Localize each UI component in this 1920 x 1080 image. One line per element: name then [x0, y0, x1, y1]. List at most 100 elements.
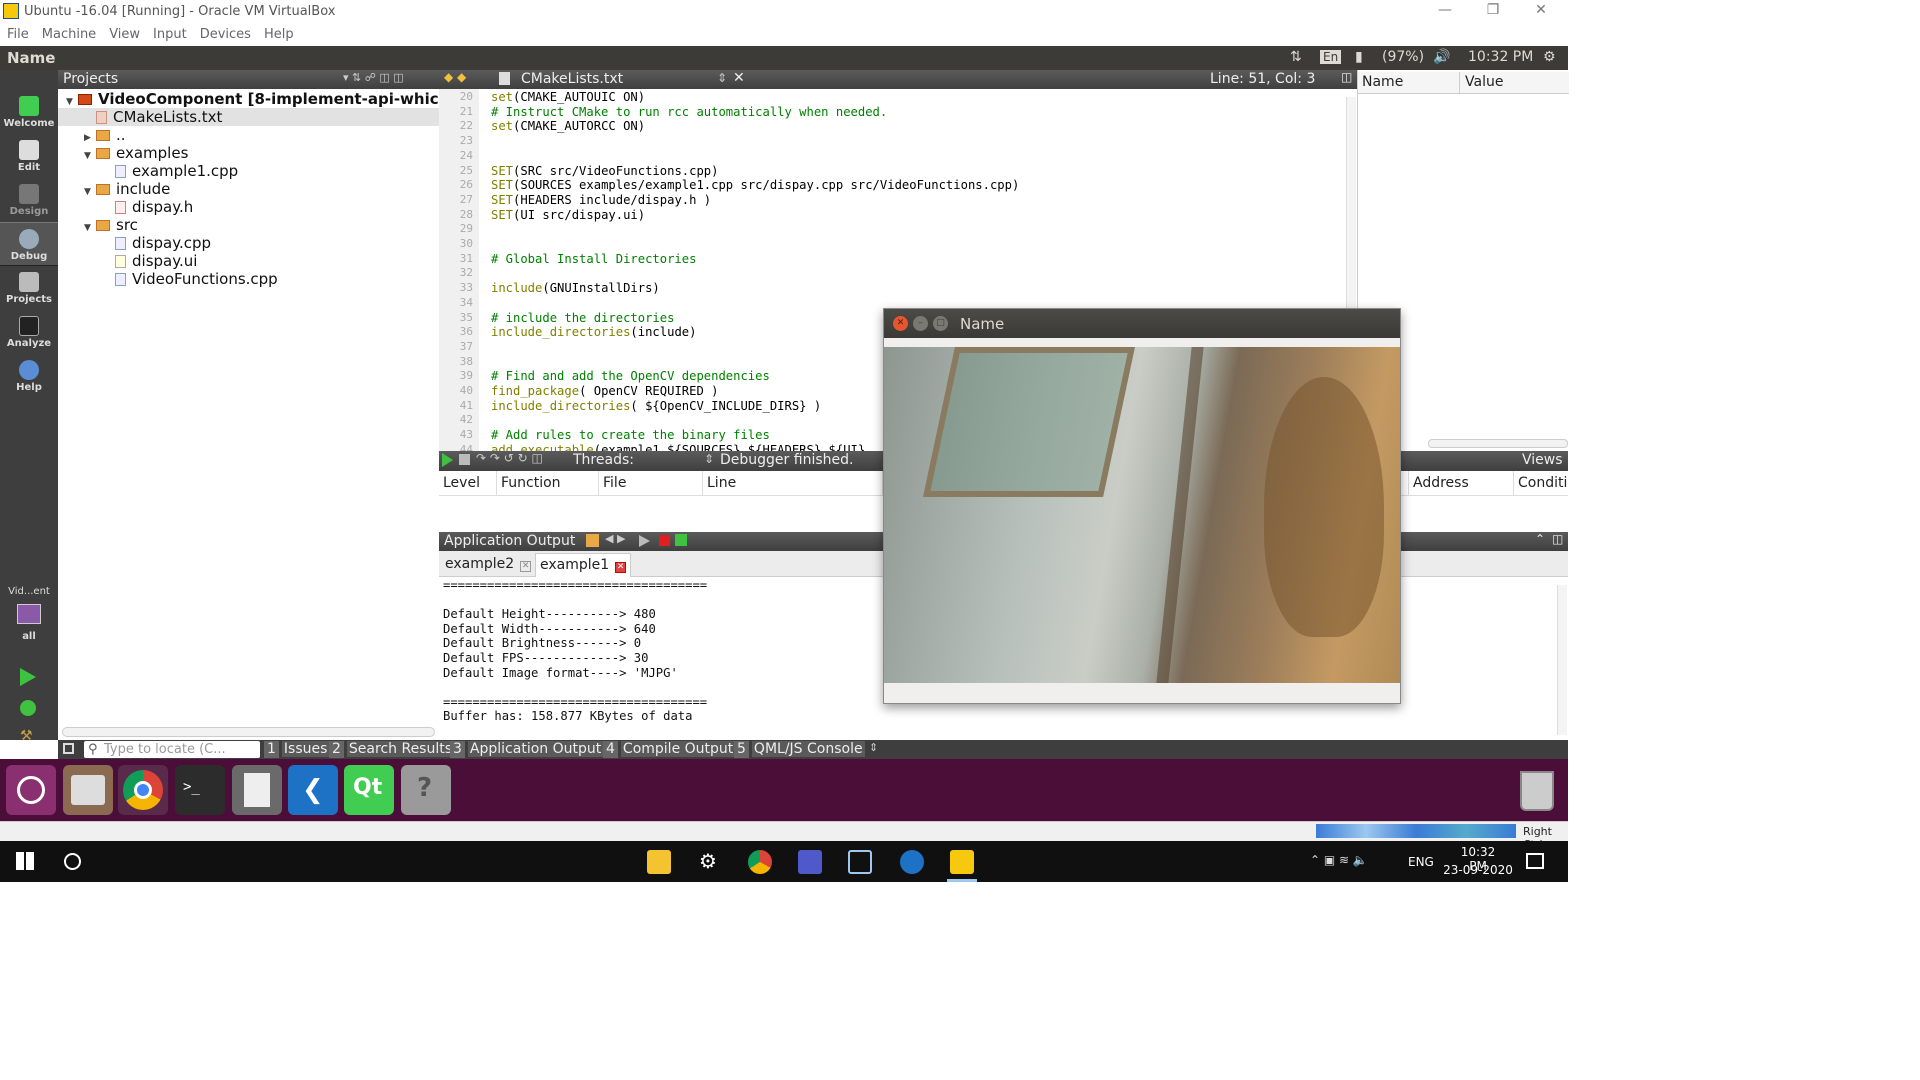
camera-window-titlebar[interactable]: ✕ – □ Name: [884, 309, 1400, 338]
column-line[interactable]: Line: [703, 471, 883, 495]
tree-item-cmakelists[interactable]: CMakeLists.txt: [58, 108, 439, 126]
mode-projects[interactable]: Projects: [0, 266, 58, 310]
edge-icon[interactable]: [900, 850, 924, 874]
restore-icon[interactable]: ❐: [1478, 2, 1508, 18]
rerun-icon[interactable]: [639, 535, 650, 547]
column-name[interactable]: Name: [1362, 74, 1403, 90]
settings-gear-icon[interactable]: ⚙: [699, 849, 717, 873]
threads-dropdown-icon[interactable]: ⇕: [704, 452, 714, 466]
tab-example2[interactable]: example2 ✕: [441, 553, 535, 577]
settings-gear-icon[interactable]: ⚙: [1543, 49, 1556, 65]
close-icon[interactable]: ✕: [1526, 2, 1556, 18]
tray-icons[interactable]: ⌃ ▣ ≋ 🔈: [1310, 853, 1368, 867]
build-hammer-icon[interactable]: ⚒: [20, 728, 36, 744]
virtualbox-icon[interactable]: [950, 850, 974, 874]
file-explorer-icon[interactable]: [647, 850, 671, 874]
network-transfer-icon[interactable]: ⇅: [1290, 49, 1302, 65]
filter-icon[interactable]: ▾ ⇅ ☍ ◫ ◫: [343, 71, 404, 84]
tree-item-videofunctions-cpp[interactable]: VideoFunctions.cpp: [115, 270, 278, 288]
tree-item-dispay-h[interactable]: dispay.h: [115, 198, 193, 216]
editor-file-name[interactable]: CMakeLists.txt: [521, 71, 623, 87]
pane-application-output[interactable]: 3 Application Output: [450, 741, 604, 758]
mode-analyze[interactable]: Analyze: [0, 310, 58, 354]
window-close-icon[interactable]: ✕: [893, 316, 908, 331]
battery-percent[interactable]: (97%): [1382, 49, 1424, 65]
terminal-icon[interactable]: >_: [175, 765, 225, 815]
mode-welcome[interactable]: Welcome: [0, 90, 58, 134]
expand-arrow-icon[interactable]: ▼: [84, 147, 96, 165]
tree-item-examples[interactable]: ▼ examples: [84, 144, 188, 162]
stop-debug-icon[interactable]: [459, 454, 470, 465]
teams-icon[interactable]: [798, 850, 822, 874]
volume-icon[interactable]: 🔊: [1433, 49, 1450, 65]
mode-debug[interactable]: Debug: [0, 222, 58, 266]
stop-app-icon[interactable]: [659, 535, 670, 546]
more-panes-icon[interactable]: ⇕: [869, 741, 878, 754]
battery-icon[interactable]: ▮: [1355, 49, 1363, 65]
close-pane-icon[interactable]: ◫: [1552, 532, 1563, 546]
locator-input[interactable]: ⚲ Type to locate (C...: [84, 741, 260, 758]
tree-item-dispay-cpp[interactable]: dispay.cpp: [115, 234, 211, 252]
projects-pane-title[interactable]: Projects: [63, 71, 118, 87]
debug-run-icon[interactable]: [20, 700, 36, 716]
trash-icon[interactable]: [1512, 765, 1562, 815]
mode-help[interactable]: Help: [0, 354, 58, 398]
views-button[interactable]: Views: [1522, 452, 1563, 468]
menu-machine[interactable]: Machine: [42, 27, 96, 42]
prev-next-icon[interactable]: ◀ ▶: [605, 532, 625, 545]
column-file[interactable]: File: [599, 471, 703, 495]
cortana-search-icon[interactable]: [64, 853, 81, 870]
tree-horizontal-scrollbar[interactable]: [62, 727, 435, 737]
column-address[interactable]: Address: [1408, 471, 1514, 495]
vscode-icon[interactable]: ❮: [288, 765, 338, 815]
qt-creator-icon[interactable]: Qt: [344, 765, 394, 815]
mode-design[interactable]: Design: [0, 178, 58, 222]
device-status-icons[interactable]: [1316, 824, 1516, 838]
files-icon[interactable]: [63, 765, 113, 815]
chrome-icon[interactable]: [748, 850, 772, 874]
pane-qml-console[interactable]: 5 QML/JS Console: [734, 741, 865, 758]
3d-viewer-icon[interactable]: [848, 850, 872, 874]
continue-icon[interactable]: [442, 453, 453, 467]
windows-start-icon[interactable]: [16, 852, 34, 870]
pane-search-results[interactable]: 2 Search Results: [329, 741, 455, 758]
keyboard-layout-indicator[interactable]: En: [1320, 50, 1342, 64]
menu-view[interactable]: View: [109, 27, 140, 42]
tree-item-parent[interactable]: ▶..: [84, 126, 126, 144]
close-tab-icon[interactable]: ✕: [615, 562, 627, 573]
notifications-icon[interactable]: [1526, 853, 1544, 869]
expand-arrow-icon[interactable]: ▼: [84, 219, 96, 237]
toggle-sidebar-icon[interactable]: [63, 743, 74, 754]
menu-input[interactable]: Input: [153, 27, 187, 42]
mode-edit[interactable]: Edit: [0, 134, 58, 178]
taskbar-date[interactable]: 23-09-2020: [1442, 863, 1514, 877]
close-file-icon[interactable]: ✕: [733, 70, 745, 86]
maximize-pane-icon[interactable]: ⌃: [1535, 532, 1545, 546]
clear-output-icon[interactable]: [586, 534, 599, 547]
tab-example1[interactable]: example1 ✕: [535, 553, 632, 577]
menu-help[interactable]: Help: [264, 27, 294, 42]
column-condition[interactable]: Conditi: [1514, 471, 1568, 495]
column-function[interactable]: Function: [497, 471, 599, 495]
pane-compile-output[interactable]: 4 Compile Output: [603, 741, 736, 758]
nav-back-icon[interactable]: ◆ ◆: [444, 70, 466, 84]
tree-item-src[interactable]: ▼ src: [84, 216, 138, 234]
window-minimize-icon[interactable]: –: [913, 316, 928, 331]
tree-item-dispay-ui[interactable]: dispay.ui: [115, 252, 197, 270]
text-editor-icon[interactable]: [232, 765, 282, 815]
column-level[interactable]: Level: [439, 471, 497, 495]
run-icon[interactable]: [20, 668, 36, 686]
file-dropdown-icon[interactable]: ⇕: [717, 71, 727, 85]
pane-issues[interactable]: 1 Issues: [264, 741, 330, 758]
step-over-icon[interactable]: ↷ ↷ ↺ ↻ ◫: [476, 451, 543, 465]
output-vertical-scrollbar[interactable]: [1557, 585, 1567, 735]
split-icon[interactable]: ◫: [1341, 70, 1352, 84]
menu-devices[interactable]: Devices: [200, 27, 251, 42]
unknown-app-icon[interactable]: ?: [401, 765, 451, 815]
kit-selector-icon[interactable]: [17, 604, 41, 624]
close-tab-icon[interactable]: ✕: [520, 561, 532, 572]
expand-arrow-icon[interactable]: ▼: [84, 183, 96, 201]
chrome-icon[interactable]: [118, 765, 168, 815]
menu-file[interactable]: File: [7, 27, 29, 42]
tree-item-example1-cpp[interactable]: example1.cpp: [115, 162, 238, 180]
